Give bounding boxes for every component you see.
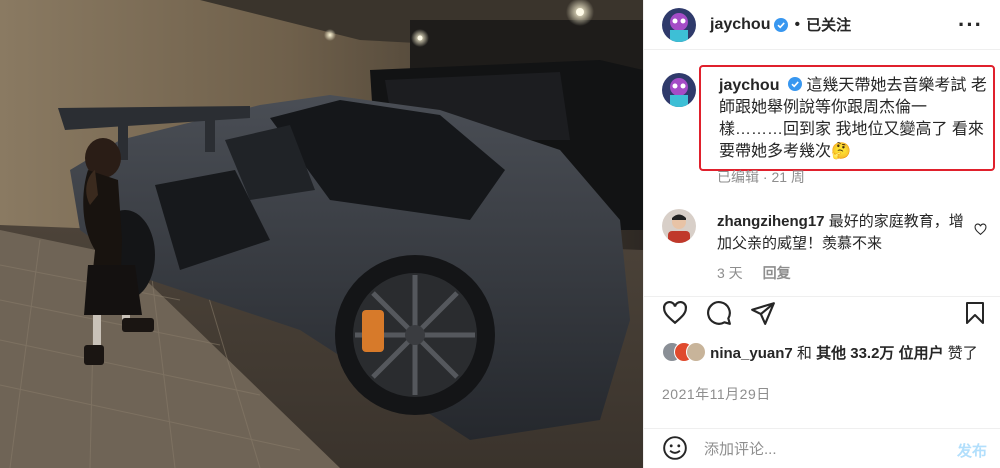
car-and-child-image: [0, 0, 643, 468]
add-comment-bar: 发布: [644, 428, 1000, 468]
author-username[interactable]: jaychou: [710, 16, 770, 34]
emoji-icon[interactable]: [662, 435, 688, 461]
likes-summary: nina_yuan7 和 其他 33.2万 位用户 赞了: [662, 342, 992, 364]
meta-separator: ·: [762, 169, 768, 185]
likes-count[interactable]: 其他 33.2万 位用户: [816, 345, 944, 362]
following-button[interactable]: 已关注: [806, 14, 851, 35]
comment-body: zhangziheng17 最好的家庭教育，增加父亲的威望！羡慕不来: [717, 211, 977, 255]
post-side-panel: jaychou • 已关注 ··· jaychou 這幾天帶她去音樂考試 老師跟…: [643, 0, 1000, 468]
post-photo[interactable]: [0, 0, 643, 468]
liker-avatar[interactable]: [686, 342, 706, 362]
verified-badge-icon: [774, 17, 789, 32]
comment-input[interactable]: [704, 438, 924, 460]
post-date[interactable]: 2021年11月29日: [662, 384, 771, 404]
liker-username[interactable]: nina_yuan7: [710, 345, 793, 362]
commenter-username[interactable]: zhangziheng17: [717, 213, 825, 230]
caption-author-avatar[interactable]: [662, 73, 696, 107]
follow-separator: •: [794, 15, 801, 33]
bookmark-icon[interactable]: [963, 300, 987, 326]
heart-icon[interactable]: [662, 300, 688, 326]
likes-suffix: 赞了: [947, 345, 978, 362]
comment-like-heart-icon[interactable]: [974, 223, 987, 236]
more-dots-icon[interactable]: ···: [958, 12, 983, 38]
edited-label: 已编辑: [717, 169, 759, 185]
commenter-avatar[interactable]: [662, 209, 696, 243]
likes-connector: 和: [796, 345, 812, 362]
comment-meta: 3 天 回复: [717, 263, 807, 283]
caption-age: 21 周: [771, 169, 805, 185]
comment-age: 3 天: [717, 265, 743, 281]
caption-username[interactable]: jaychou: [719, 77, 779, 94]
comment-icon[interactable]: [706, 300, 732, 326]
post-comment-button[interactable]: 发布: [957, 440, 987, 461]
caption-highlight-box: jaychou 這幾天帶她去音樂考試 老師跟她舉例說等你跟周杰倫一樣………回到家…: [699, 65, 995, 171]
post-actions: nina_yuan7 和 其他 33.2万 位用户 赞了 2021年11月29日: [644, 296, 1000, 446]
author-avatar[interactable]: [662, 7, 696, 42]
comments-list: jaychou 這幾天帶她去音樂考試 老師跟她舉例說等你跟周杰倫一樣………回到家…: [644, 51, 1000, 296]
caption-meta: 已编辑 · 21 周: [717, 167, 805, 187]
post-header: jaychou • 已关注 ···: [644, 0, 1000, 50]
verified-badge-icon: [787, 77, 802, 91]
reply-button[interactable]: 回复: [763, 265, 791, 281]
paper-plane-icon[interactable]: [750, 300, 776, 326]
